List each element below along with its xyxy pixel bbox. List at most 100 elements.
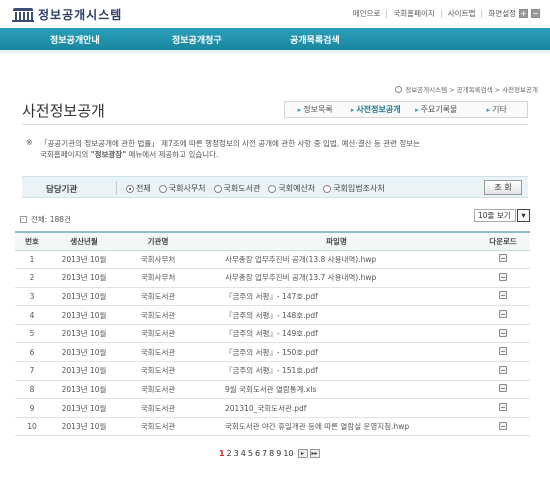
download-icon[interactable] — [499, 254, 507, 263]
download-icon[interactable] — [499, 347, 507, 356]
radio-budget-office[interactable] — [268, 184, 277, 193]
page-9[interactable]: 9 — [276, 449, 281, 458]
table-row: 8 2013년 10월 국회도서관 9월 국회도서관 열람통계.xls — [15, 380, 530, 400]
zoom-in-button[interactable]: + — [519, 9, 528, 18]
option-label: 국회도서관 — [223, 184, 261, 193]
link-assembly-home[interactable]: 국회홈페이지 — [393, 8, 434, 19]
row-download — [476, 250, 530, 270]
tab-prior-disclosure[interactable]: 사전정보공개 — [346, 104, 407, 115]
page-size-value[interactable]: 10줄 보기 — [474, 209, 516, 222]
table-row: 2 2013년 10월 국회사무처 사무총장 업무추진비 공개(13.7 사용내역).… — [15, 268, 530, 288]
row-filename[interactable]: 사무총장 업무추진비 공개(13.8 사용내역).hwp — [197, 250, 476, 270]
row-download — [476, 305, 530, 325]
breadcrumb-text: 정보공개시스템 > 공개목록검색 > 사전정보공개 — [405, 86, 538, 94]
col-org: 기관명 — [119, 231, 197, 251]
link-main[interactable]: 메인으로 — [353, 8, 381, 19]
tab-major-records[interactable]: 주요기록물 — [406, 104, 467, 115]
download-icon[interactable] — [499, 310, 507, 319]
notice-mark: ※ — [26, 138, 33, 147]
search-button[interactable]: 조 회 — [484, 180, 522, 195]
option-secretariat[interactable]: 국회사무처 — [158, 183, 206, 194]
row-date: 2013년 10월 — [49, 342, 119, 363]
option-label: 전체 — [136, 184, 151, 193]
row-org: 국회사무처 — [119, 268, 197, 288]
row-org: 국회사무처 — [119, 250, 197, 270]
row-number: 5 — [15, 324, 49, 344]
tab-etc[interactable]: 기타 — [467, 104, 528, 115]
download-icon[interactable] — [499, 328, 507, 337]
notice-line-2-pre: 국회홈페이지의 — [40, 150, 91, 159]
row-number: 2 — [15, 268, 49, 288]
page-5[interactable]: 5 — [248, 449, 253, 458]
chevron-down-icon[interactable]: ▾ — [517, 209, 530, 222]
row-number: 7 — [15, 361, 49, 381]
row-filename[interactable]: 『금주의 서평』- 147호.pdf — [197, 287, 476, 307]
nav-list-search[interactable]: 공개목록검색 — [290, 33, 340, 46]
site-title: 정보공개시스템 — [38, 8, 123, 22]
notice-line-2-post: 메뉴에서 제공하고 있습니다. — [126, 150, 219, 159]
row-org: 국회도서관 — [119, 361, 197, 381]
zoom-out-button[interactable]: − — [531, 9, 540, 18]
row-download — [476, 361, 530, 381]
download-icon[interactable] — [499, 384, 507, 393]
row-date: 2013년 10월 — [49, 361, 119, 381]
option-library[interactable]: 국회도서관 — [213, 183, 261, 194]
page-7[interactable]: 7 — [262, 449, 267, 458]
row-date: 2013년 10월 — [49, 250, 119, 270]
option-research-service[interactable]: 국회입법조사처 — [323, 183, 385, 194]
row-download — [476, 268, 530, 288]
radio-secretariat[interactable] — [158, 184, 167, 193]
row-number: 9 — [15, 398, 49, 418]
radio-research-service[interactable] — [323, 184, 332, 193]
radio-library[interactable] — [213, 184, 222, 193]
download-icon[interactable] — [499, 365, 507, 374]
page-3[interactable]: 3 — [234, 449, 239, 458]
table-header: 번호 생산년월 기관명 파일명 다운로드 — [15, 231, 530, 251]
option-budget-office[interactable]: 국회예산처 — [268, 183, 315, 194]
row-filename[interactable]: 『금주의 서평』- 149호.pdf — [197, 324, 476, 344]
last-page-icon[interactable]: ▸▸ — [309, 449, 320, 458]
download-icon[interactable] — [499, 403, 507, 412]
row-filename[interactable]: 『금주의 서평』- 150호.pdf — [197, 342, 476, 363]
row-filename[interactable]: 9월 국회도서관 열람통계.xls — [197, 380, 476, 400]
row-filename[interactable]: 사무총장 업무추진비 공개(13.7 사용내역).hwp — [197, 268, 476, 288]
row-filename[interactable]: 201310_국회도서관.pdf — [197, 398, 476, 418]
divider — [386, 9, 388, 18]
download-icon[interactable] — [499, 421, 507, 430]
download-icon[interactable] — [499, 291, 507, 300]
row-date: 2013년 10월 — [49, 305, 119, 325]
download-icon[interactable] — [499, 272, 507, 281]
pagination: 1 2 3 4 5 6 7 8 9 10 ▸ ▸▸ — [219, 449, 320, 458]
table-row: 4 2013년 10월 국회도서관 『금주의 서평』- 148호.pdf — [15, 305, 530, 325]
row-filename[interactable]: 『금주의 서평』- 151호.pdf — [197, 361, 476, 381]
radio-all[interactable] — [126, 184, 134, 193]
page-1[interactable]: 1 — [219, 449, 225, 458]
divider — [481, 9, 483, 18]
row-org: 국회도서관 — [119, 417, 197, 437]
page-size-select[interactable]: 10줄 보기 ▾ — [474, 209, 530, 222]
row-number: 6 — [15, 342, 49, 363]
page-6[interactable]: 6 — [255, 449, 260, 458]
row-date: 2013년 10월 — [49, 417, 119, 437]
page-8[interactable]: 8 — [269, 449, 274, 458]
page-4[interactable]: 4 — [241, 449, 246, 458]
notice-line-1: 「공공기관의 정보공개에 관한 법률」 제7조에 따른 행정정보의 사전 공개에… — [40, 139, 421, 148]
row-org: 국회도서관 — [119, 398, 197, 418]
row-date: 2013년 10월 — [49, 380, 119, 400]
site-logo[interactable]: 정보공개시스템 — [12, 6, 122, 23]
table-row: 9 2013년 10월 국회도서관 201310_국회도서관.pdf — [15, 398, 530, 418]
row-org: 국회도서관 — [119, 342, 197, 363]
link-sitemap[interactable]: 사이트맵 — [448, 8, 476, 19]
next-page-icon[interactable]: ▸ — [297, 449, 308, 458]
nav-info-guide[interactable]: 정보공개안내 — [50, 33, 100, 46]
tab-info-list[interactable]: 정보목록 — [285, 104, 346, 115]
page-2[interactable]: 2 — [227, 449, 232, 458]
page-10[interactable]: 10 — [283, 449, 293, 458]
page-title: 사전정보공개 — [22, 102, 105, 120]
row-filename[interactable]: 국회도서관 야간 휴일개관 등에 따른 열람실 운영지침.hwp — [197, 417, 476, 437]
notice-line-2: 국회홈페이지의 "정보광장" 메뉴에서 제공하고 있습니다. — [40, 149, 520, 160]
row-filename[interactable]: 『금주의 서평』- 148호.pdf — [197, 305, 476, 325]
nav-info-request[interactable]: 정보공개청구 — [172, 33, 222, 46]
option-all[interactable]: 전체 — [126, 183, 151, 194]
row-org: 국회도서관 — [119, 287, 197, 307]
